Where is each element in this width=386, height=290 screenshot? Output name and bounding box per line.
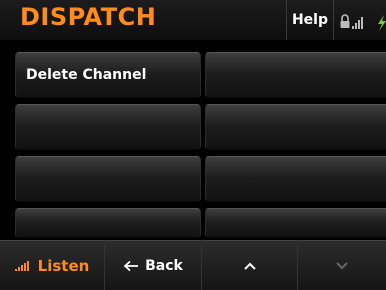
grid-button-5[interactable] — [15, 156, 201, 202]
grid-button-8[interactable] — [205, 208, 386, 238]
back-arrow-icon — [123, 260, 139, 271]
scroll-down-button[interactable] — [298, 240, 386, 290]
chevron-down-icon — [336, 261, 348, 269]
listen-label: Listen — [37, 256, 90, 275]
scroll-up-button[interactable] — [202, 240, 297, 290]
listen-button[interactable]: Listen — [0, 240, 104, 290]
battery-charging-icon — [378, 15, 386, 31]
grid-button-2[interactable] — [205, 52, 386, 98]
delete-channel-button[interactable]: Delete Channel — [15, 52, 201, 98]
grid-button-7[interactable] — [15, 208, 201, 238]
lock-icon — [340, 14, 350, 28]
help-button[interactable]: Help — [291, 0, 329, 40]
header-divider — [286, 0, 287, 40]
header-divider — [333, 0, 334, 40]
back-label: Back — [145, 257, 183, 274]
page-title: DISPATCH — [20, 3, 157, 31]
grid-button-4[interactable] — [205, 104, 386, 150]
grid-button-3[interactable] — [15, 104, 201, 150]
back-button[interactable]: Back — [105, 240, 201, 290]
button-label: Delete Channel — [26, 67, 147, 83]
chevron-up-icon — [243, 262, 256, 270]
signal-bars-icon — [352, 17, 363, 29]
grid-button-6[interactable] — [205, 156, 386, 202]
status-indicators — [337, 0, 386, 40]
signal-bars-icon — [14, 260, 29, 271]
